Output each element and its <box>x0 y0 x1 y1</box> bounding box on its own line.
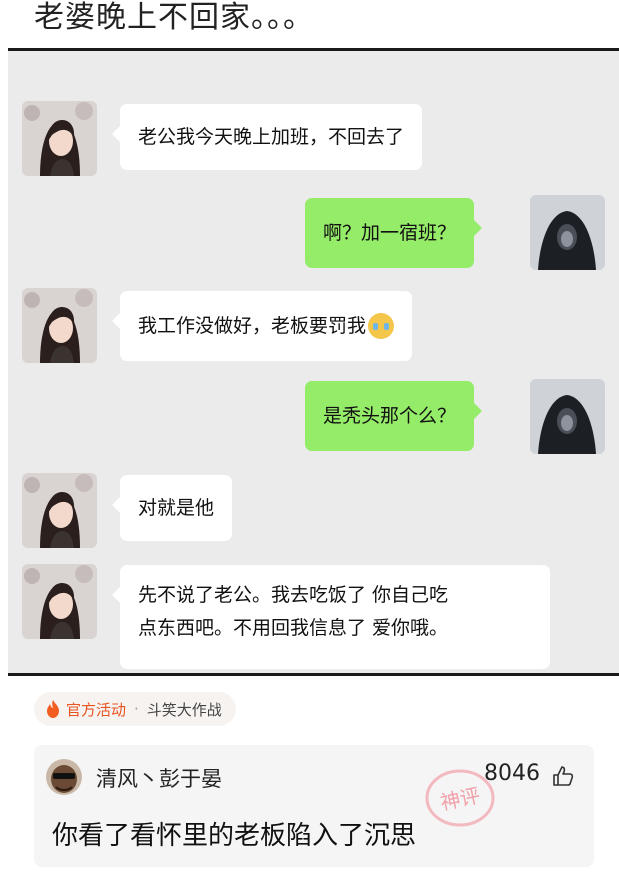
message-text: 先不说了老公。我去吃饭了 你自己吃 点东西吧。不用回我信息了 爱你哦。 <box>138 584 449 639</box>
message-text: 是秃头那个么？ <box>323 404 457 427</box>
svg-text:神评: 神评 <box>438 783 482 815</box>
message-bubble: 先不说了老公。我去吃饭了 你自己吃 点东西吧。不用回我信息了 爱你哦。 <box>112 565 550 669</box>
tag-label: 官方活动 <box>66 700 127 719</box>
message-bubble: 是秃头那个么？ <box>305 381 483 451</box>
wife-avatar <box>22 101 97 176</box>
wife-avatar <box>22 288 97 363</box>
message-text: 老公我今天晚上加班，不回去了 <box>138 125 405 148</box>
comment-text: 你看了看怀里的老板陷入了沉思 <box>52 821 417 851</box>
thumbs-up-icon[interactable] <box>552 765 574 787</box>
woman-portrait-icon <box>22 473 97 548</box>
hooded-figure-icon <box>530 195 605 270</box>
post-title: 老婆晚上不回家。。。 <box>34 0 314 35</box>
chat-screenshot: 老公我今天晚上加班，不回去了 啊？加一宿班？ 我工作没做好，老板要罚我 是秃头那… <box>8 51 619 673</box>
message-text: 对就是他 <box>138 496 215 519</box>
message-bubble: 老公我今天晚上加班，不回去了 <box>111 104 423 170</box>
man-sunglasses-icon <box>46 759 82 795</box>
commenter-avatar[interactable] <box>46 759 82 795</box>
wife-avatar <box>22 564 97 639</box>
message-text: 啊？加一宿班？ <box>323 221 457 244</box>
woman-portrait-icon <box>22 101 97 176</box>
husband-avatar <box>530 195 605 270</box>
hooded-figure-icon <box>530 379 605 454</box>
commenter-username[interactable]: 清风丶彭于晏 <box>96 763 222 793</box>
message-text: 我工作没做好，老板要罚我 <box>138 314 367 337</box>
message-bubble: 对就是他 <box>111 475 233 541</box>
woman-portrait-icon <box>22 288 97 363</box>
crying-face-icon <box>368 313 395 339</box>
husband-avatar <box>530 379 605 454</box>
wife-avatar <box>22 473 97 548</box>
activity-tag[interactable]: 官方活动 · 斗笑大作战 <box>34 692 236 726</box>
tag-separator: · <box>134 700 139 718</box>
tag-topic: 斗笑大作战 <box>146 700 222 719</box>
woman-portrait-icon <box>22 564 97 639</box>
fire-icon <box>47 700 59 718</box>
top-comment: 清风丶彭于晏 神评 8046 你看了看怀里的老板陷入了沉思 <box>34 745 594 867</box>
chat-divider <box>8 673 619 676</box>
message-bubble: 啊？加一宿班？ <box>305 198 483 268</box>
message-bubble: 我工作没做好，老板要罚我 <box>111 291 413 361</box>
like-count: 8046 <box>484 761 540 786</box>
